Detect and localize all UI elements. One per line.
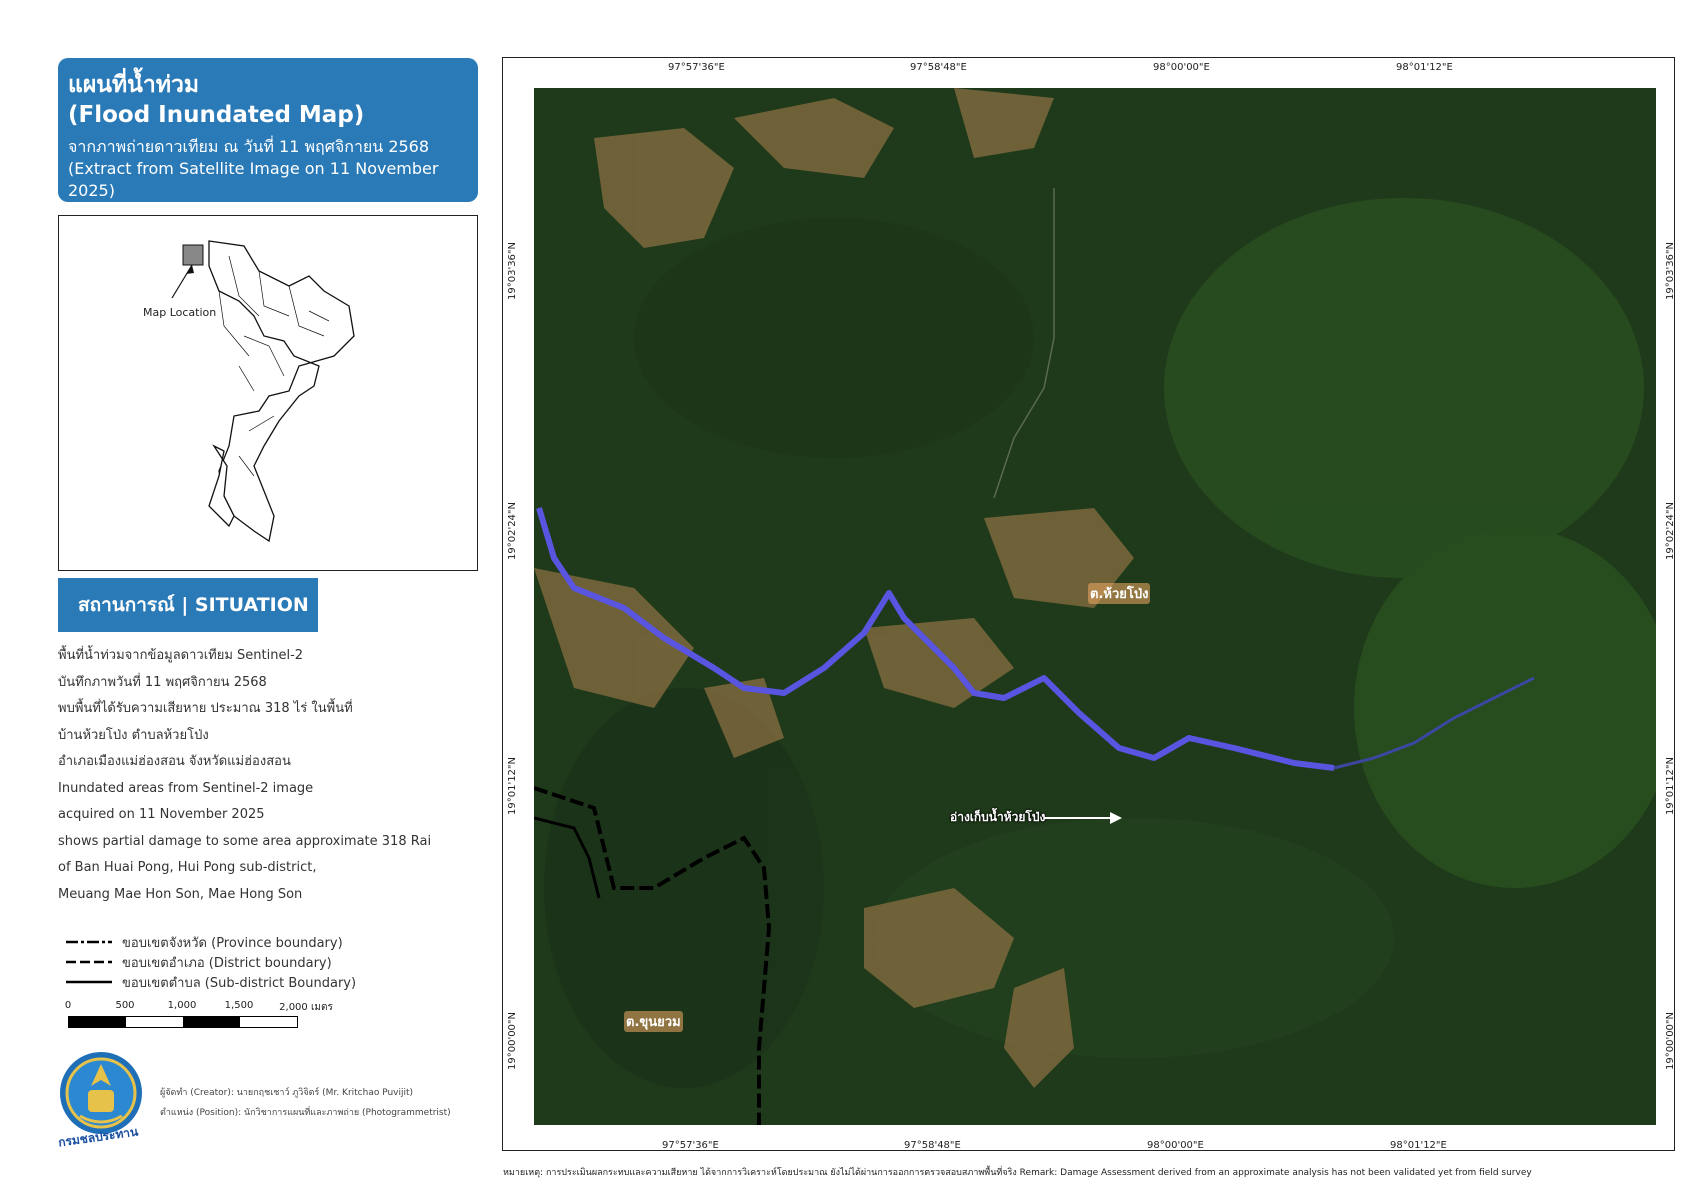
- position-text: ตำแหน่ง (Position): นักวิชาการแผนที่และภ…: [160, 1108, 451, 1118]
- lon-label-bottom: 98°00'00"E: [1147, 1140, 1204, 1151]
- scale-bar: 0 500 1,000 1,500 2,000 เมตร: [64, 1000, 396, 1040]
- solid-line-icon: [66, 980, 112, 984]
- legend-label: ขอบเขตจังหวัด (Province boundary): [122, 935, 343, 951]
- boundary-legend: ขอบเขตจังหวัด (Province boundary) ขอบเขต…: [66, 932, 356, 992]
- lon-label-top: 97°57'36"E: [668, 62, 725, 73]
- situation-line: พบพื้นที่ได้รับความเสียหาย ประมาณ 318 ไร…: [58, 701, 353, 716]
- location-inset-map: Map Location: [58, 215, 478, 571]
- map-location-label: Map Location: [143, 306, 217, 319]
- scale-tick-label: 0: [64, 1000, 72, 1011]
- place-label-huai-pong: ต.ห้วยโป่ง: [1088, 583, 1151, 604]
- scale-tick-label: 1,500: [224, 1000, 254, 1011]
- scale-bar-segments: [68, 1016, 298, 1028]
- situation-line: Inundated areas from Sentinel-2 image: [58, 780, 314, 796]
- situation-line: บ้านห้วยโป่ง ตำบลห้วยโป่ง: [58, 727, 209, 743]
- situation-line: of Ban Huai Pong, Hui Pong sub-district,: [58, 860, 317, 875]
- reservoir-label: อ่างเก็บน้ำห้วยโป่ง: [950, 810, 1046, 824]
- lon-label-bottom: 97°58'48"E: [904, 1140, 961, 1151]
- lon-label-top: 98°00'00"E: [1153, 62, 1210, 73]
- lat-label-left: 19°02'24"N: [507, 501, 518, 560]
- thailand-outline-map: [171, 240, 355, 543]
- scale-tick-label: 500: [115, 1000, 135, 1011]
- place-label-khun-yuam: ต.ขุนยวม: [624, 1011, 683, 1032]
- situation-line: Meuang Mae Hon Son, Mae Hong Son: [58, 886, 303, 902]
- title-box: แผนที่น้ำท่วม (Flood Inundated Map) จากภ…: [58, 58, 478, 202]
- map-title-thai: แผนที่น้ำท่วม: [68, 72, 200, 98]
- legend-item-province: ขอบเขตจังหวัด (Province boundary): [66, 932, 356, 952]
- situation-heading: สถานการณ์ | SITUATION: [58, 578, 318, 632]
- dashdot-line-icon: [66, 940, 112, 944]
- situation-text: พื้นที่น้ำท่วมจากข้อมูลดาวเทียม Sentinel…: [58, 643, 458, 908]
- map-subtitle-english: (Extract from Satellite Image on 11 Nove…: [68, 159, 439, 200]
- lat-label-left: 19°01'12"N: [507, 756, 518, 815]
- lon-label-bottom: 97°57'36"E: [662, 1140, 719, 1151]
- dashed-line-icon: [66, 960, 112, 964]
- arrow-right-icon: [1044, 812, 1122, 824]
- lon-label-top: 97°58'48"E: [910, 62, 967, 73]
- legend-item-subdistrict: ขอบเขตตำบล (Sub-district Boundary): [66, 972, 356, 992]
- remark-note: หมายเหตุ: การประเมินผลกระทบและความเสียหา…: [503, 1168, 1532, 1178]
- satellite-map-image: [534, 88, 1656, 1125]
- creator-text: ผู้จัดทำ (Creator): นายกฤชเชาว์ ภูวิจิตร…: [160, 1088, 414, 1098]
- scale-tick-label: 2,000 เมตร: [279, 1002, 333, 1013]
- lon-label-top: 98°01'12"E: [1396, 62, 1453, 73]
- situation-line: shows partial damage to some area approx…: [58, 833, 432, 849]
- lat-label-right: 19°00'00"N: [1665, 1011, 1676, 1070]
- legend-label: ขอบเขตอำเภอ (District boundary): [122, 955, 332, 971]
- lat-label-right: 19°02'24"N: [1665, 501, 1676, 560]
- lon-label-bottom: 98°01'12"E: [1390, 1140, 1447, 1151]
- legend-item-district: ขอบเขตอำเภอ (District boundary): [66, 952, 356, 972]
- map-subtitle-thai: จากภาพถ่ายดาวเทียม ณ วันที่ 11 พฤศจิกายน…: [68, 137, 430, 156]
- lat-label-right: 19°03'36"N: [1665, 241, 1676, 300]
- map-title-english: (Flood Inundated Map): [68, 102, 365, 128]
- situation-line: acquired on 11 November 2025: [58, 807, 265, 822]
- location-marker: [182, 244, 204, 266]
- scale-tick-label: 1,000: [167, 1000, 197, 1011]
- lat-label-left: 19°03'36"N: [507, 241, 518, 300]
- situation-line: บันทึกภาพวันที่ 11 พฤศจิกายน 2568: [58, 674, 267, 690]
- lat-label-right: 19°01'12"N: [1665, 756, 1676, 815]
- credits: ผู้จัดทำ (Creator): นายกฤชเชาว์ ภูวิจิตร…: [160, 1083, 451, 1123]
- situation-line: อำเภอเมืองแม่ฮ่องสอน จังหวัดแม่ฮ่องสอน: [58, 754, 291, 769]
- legend-label: ขอบเขตตำบล (Sub-district Boundary): [122, 975, 357, 991]
- situation-line: พื้นที่น้ำท่วมจากข้อมูลดาวเทียม Sentinel…: [58, 648, 304, 663]
- lat-label-left: 19°00'00"N: [507, 1011, 518, 1070]
